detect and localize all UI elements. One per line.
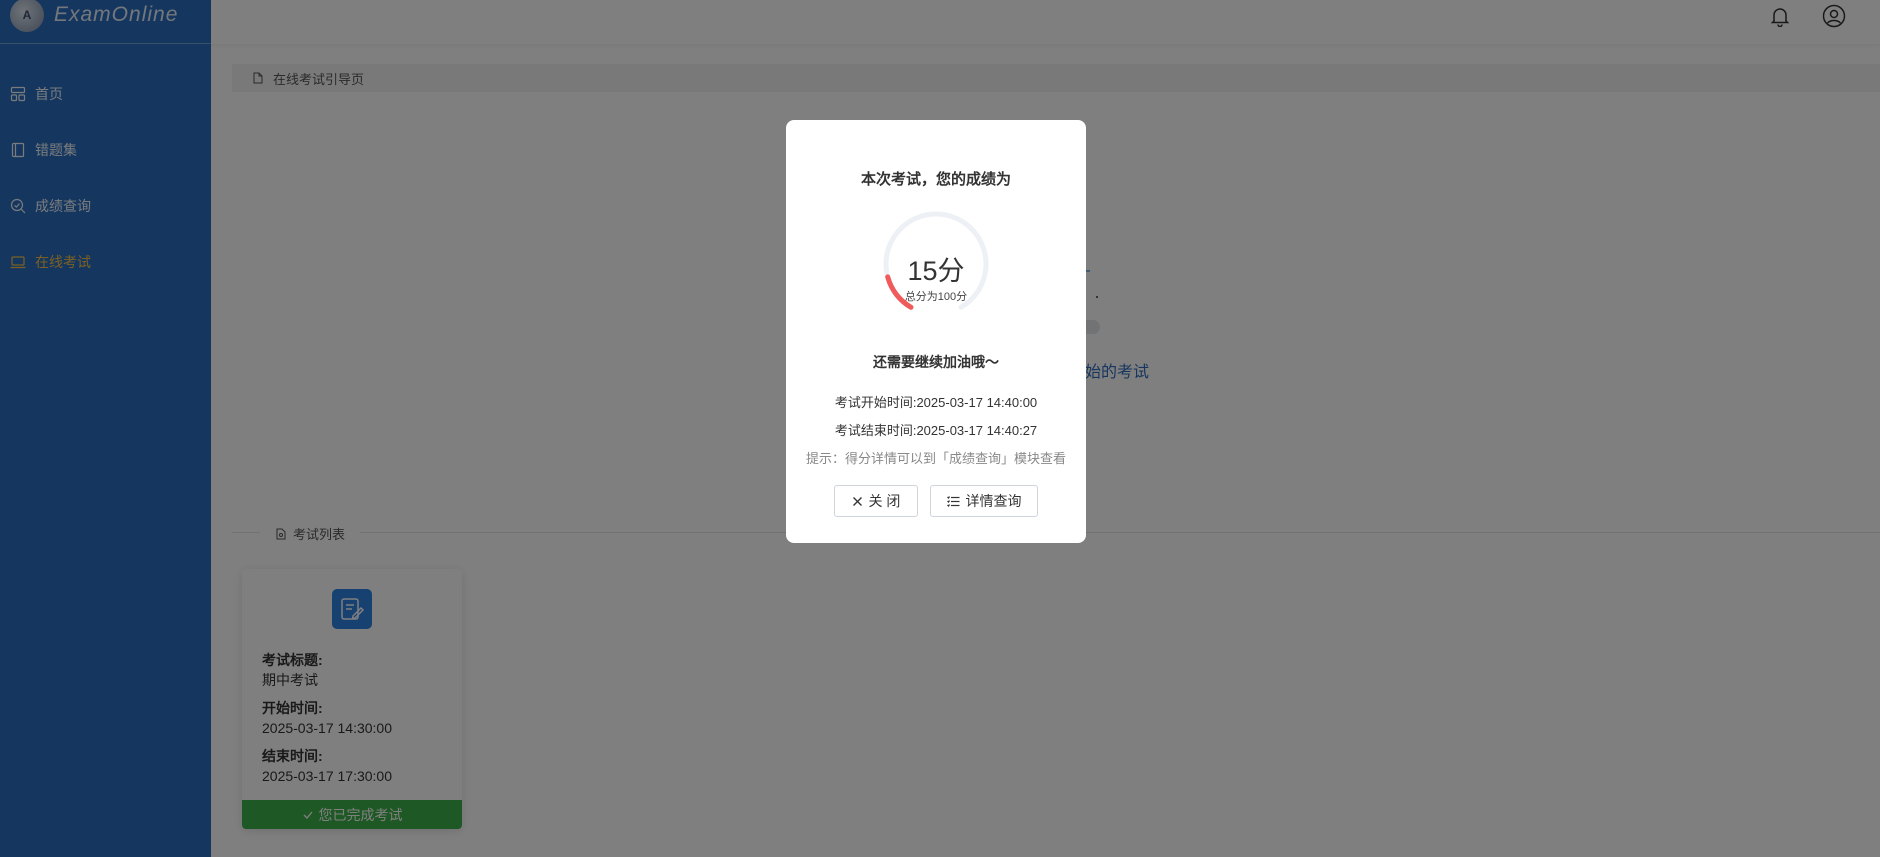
close-button-label: 关 闭 (868, 493, 901, 509)
start-time-row: 考试开始时间:2025-03-17 14:40:00 (786, 392, 1086, 411)
score-value: 15分 (907, 256, 965, 286)
score-total: 总分为100分 (904, 291, 968, 303)
close-icon (852, 496, 862, 506)
list-icon (946, 495, 959, 507)
detail-query-button[interactable]: 详情查询 (930, 485, 1038, 517)
start-time-value: 2025-03-17 14:40:00 (916, 395, 1038, 410)
tip-text: 提示：得分详情可以到「成绩查询」模块查看 (805, 451, 1066, 466)
detail-button-label: 详情查询 (965, 493, 1022, 509)
encourage-text: 还需要继续加油哦～ (873, 354, 999, 370)
end-time-label: 考试结束时间: (834, 423, 917, 438)
result-dialog: 本次考试，您的成绩为 15分 总分为100分 还需要继续加油哦～ 考试开始时间:… (786, 120, 1086, 543)
close-button[interactable]: 关 闭 (834, 485, 918, 517)
start-time-label: 考试开始时间: (834, 395, 917, 410)
end-time-value: 2025-03-17 14:40:27 (916, 423, 1038, 438)
dialog-title: 本次考试，您的成绩为 (860, 171, 1011, 188)
end-time-row: 考试结束时间:2025-03-17 14:40:27 (786, 420, 1086, 439)
